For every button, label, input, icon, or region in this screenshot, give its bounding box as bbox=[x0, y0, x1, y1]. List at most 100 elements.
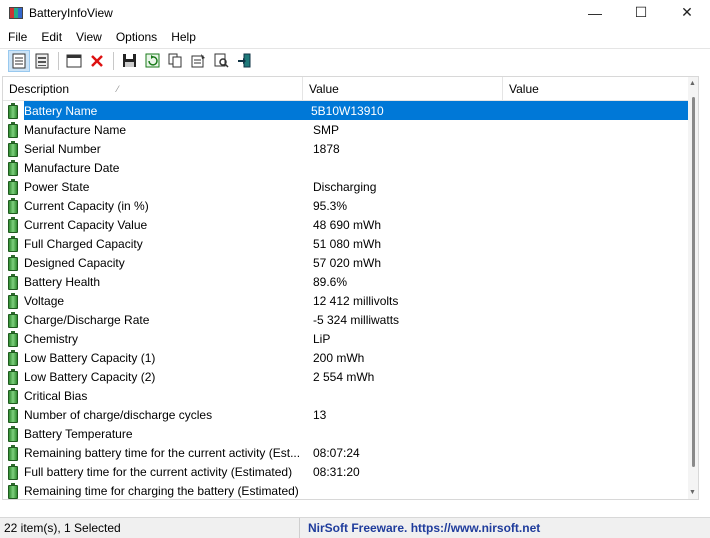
table-row[interactable]: Low Battery Capacity (1) 200 mWh bbox=[3, 348, 689, 367]
table-row[interactable]: Low Battery Capacity (2) 2 554 mWh bbox=[3, 367, 689, 386]
battery-icon bbox=[8, 482, 18, 499]
menu-edit[interactable]: Edit bbox=[34, 30, 69, 44]
exit-button[interactable] bbox=[233, 50, 255, 72]
options-button[interactable] bbox=[187, 50, 209, 72]
nirsoft-link[interactable]: NirSoft Freeware. https://www.nirsoft.ne… bbox=[300, 521, 540, 535]
table-row[interactable]: Battery Temperature bbox=[3, 424, 689, 443]
column-header-description[interactable]: Description ⁄ bbox=[3, 77, 303, 101]
row-description: Number of charge/discharge cycles bbox=[24, 407, 213, 422]
table-row[interactable]: Manufacture Name SMP bbox=[3, 120, 689, 139]
sort-indicator-icon: ⁄ bbox=[117, 84, 119, 94]
battery-icon bbox=[8, 235, 18, 252]
menu-bar: File Edit View Options Help bbox=[0, 27, 710, 47]
window-button[interactable] bbox=[63, 50, 85, 72]
row-description: Remaining battery time for the current a… bbox=[24, 445, 301, 460]
row-value: 5B10W13910 bbox=[311, 103, 384, 118]
battery-info-list[interactable]: Description ⁄ Value Value Battery Name 5B… bbox=[2, 76, 699, 500]
status-bar: 22 item(s), 1 Selected NirSoft Freeware.… bbox=[0, 517, 710, 538]
row-description: Full battery time for the current activi… bbox=[24, 464, 293, 479]
title-bar: BatteryInfoView — ☐ ✕ bbox=[0, 0, 710, 25]
html-report-icon bbox=[12, 53, 26, 68]
save-button[interactable] bbox=[118, 50, 140, 72]
save-icon bbox=[122, 54, 136, 67]
row-description: Manufacture Date bbox=[24, 160, 120, 175]
table-row[interactable]: Battery Health 89.6% bbox=[3, 272, 689, 291]
row-description: Low Battery Capacity (1) bbox=[24, 350, 156, 365]
table-row[interactable]: Designed Capacity 57 020 mWh bbox=[3, 253, 689, 272]
find-button[interactable] bbox=[210, 50, 232, 72]
row-description: Current Capacity Value bbox=[24, 217, 148, 232]
menu-file[interactable]: File bbox=[0, 30, 34, 44]
menu-options[interactable]: Options bbox=[109, 30, 164, 44]
table-row[interactable]: Chemistry LiP bbox=[3, 329, 689, 348]
refresh-icon bbox=[145, 53, 159, 68]
options-icon bbox=[191, 54, 205, 68]
copy-icon bbox=[168, 53, 181, 68]
table-row[interactable]: Current Capacity (in %) 95.3% bbox=[3, 196, 689, 215]
table-row[interactable]: Number of charge/discharge cycles 13 bbox=[3, 405, 689, 424]
row-value: 2 554 mWh bbox=[313, 369, 375, 384]
row-description: Low Battery Capacity (2) bbox=[24, 369, 156, 384]
row-value: 95.3% bbox=[313, 198, 348, 213]
row-description: Remaining time for charging the battery … bbox=[24, 483, 299, 498]
row-value: 89.6% bbox=[313, 274, 348, 289]
battery-icon bbox=[8, 292, 18, 309]
row-description: Power State bbox=[24, 179, 90, 194]
table-row[interactable]: Battery Name 5B10W13910 bbox=[3, 101, 689, 120]
toolbar bbox=[0, 48, 710, 72]
copy-button[interactable] bbox=[164, 50, 186, 72]
table-row[interactable]: Full Charged Capacity 51 080 mWh bbox=[3, 234, 689, 253]
table-row[interactable]: Current Capacity Value 48 690 mWh bbox=[3, 215, 689, 234]
table-row[interactable]: Manufacture Date bbox=[3, 158, 689, 177]
delete-button[interactable] bbox=[86, 50, 108, 72]
scroll-down-icon[interactable]: ▼ bbox=[689, 489, 696, 496]
battery-icon bbox=[8, 273, 18, 290]
row-description: Designed Capacity bbox=[24, 255, 125, 270]
table-row[interactable]: Full battery time for the current activi… bbox=[3, 462, 689, 481]
table-row[interactable]: Remaining time for charging the battery … bbox=[3, 481, 689, 499]
toolbar-separator bbox=[113, 51, 114, 70]
battery-icon bbox=[8, 311, 18, 328]
row-value: 51 080 mWh bbox=[313, 236, 382, 251]
battery-icon bbox=[8, 444, 18, 461]
row-value: 57 020 mWh bbox=[313, 255, 382, 270]
table-row[interactable]: Voltage 12 412 millivolts bbox=[3, 291, 689, 310]
exit-icon bbox=[237, 53, 250, 68]
row-value: LiP bbox=[313, 331, 331, 346]
column-header-value-2[interactable]: Value bbox=[503, 77, 689, 101]
app-icon bbox=[9, 6, 23, 19]
row-description: Critical Bias bbox=[24, 388, 88, 403]
menu-help[interactable]: Help bbox=[164, 30, 203, 44]
row-description: Charge/Discharge Rate bbox=[24, 312, 150, 327]
maximize-button[interactable]: ☐ bbox=[618, 0, 664, 25]
table-row[interactable]: Serial Number 1878 bbox=[3, 139, 689, 158]
table-row[interactable]: Power State Discharging bbox=[3, 177, 689, 196]
table-row[interactable]: Critical Bias bbox=[3, 386, 689, 405]
vertical-scrollbar[interactable]: ▲ ▼ bbox=[688, 77, 698, 499]
row-description: Voltage bbox=[24, 293, 65, 308]
scrollbar-thumb[interactable] bbox=[692, 97, 695, 467]
column-header-value[interactable]: Value bbox=[303, 77, 503, 101]
toolbar-separator bbox=[58, 51, 59, 70]
battery-icon bbox=[8, 159, 18, 176]
html-report-button[interactable] bbox=[8, 49, 30, 72]
minimize-button[interactable]: — bbox=[572, 0, 618, 25]
row-description: Battery Health bbox=[24, 274, 101, 289]
battery-icon bbox=[8, 330, 18, 347]
refresh-button[interactable] bbox=[141, 50, 163, 72]
table-row[interactable]: Remaining battery time for the current a… bbox=[3, 443, 689, 462]
battery-icon bbox=[8, 425, 18, 442]
scroll-up-icon[interactable]: ▲ bbox=[689, 80, 696, 87]
battery-icon bbox=[8, 368, 18, 385]
close-button[interactable]: ✕ bbox=[664, 0, 710, 25]
window-controls: — ☐ ✕ bbox=[572, 0, 710, 25]
properties-button[interactable] bbox=[31, 50, 53, 72]
table-row[interactable]: Charge/Discharge Rate -5 324 milliwatts bbox=[3, 310, 689, 329]
row-value: SMP bbox=[313, 122, 340, 137]
row-value: 12 412 millivolts bbox=[313, 293, 399, 308]
battery-icon bbox=[8, 406, 18, 423]
item-count: 22 item(s), 1 Selected bbox=[0, 517, 300, 538]
menu-view[interactable]: View bbox=[69, 30, 109, 44]
row-value: 13 bbox=[313, 407, 327, 422]
battery-icon bbox=[8, 102, 18, 119]
